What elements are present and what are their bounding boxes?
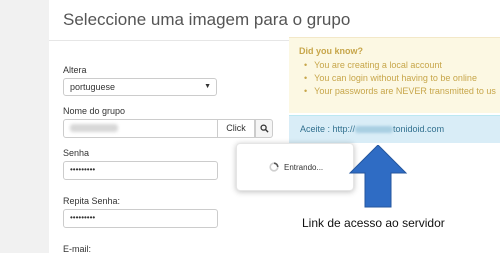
repeat-password-label: Repita Senha: [63, 196, 121, 206]
language-label: Altera [63, 65, 87, 75]
list-item: You can login without having to be onlin… [304, 72, 496, 85]
click-button[interactable]: Click [217, 119, 255, 138]
access-link-domain: tonidoid.com [393, 124, 445, 134]
search-button[interactable] [255, 119, 273, 138]
search-icon [260, 124, 269, 133]
spinner-icon [269, 162, 279, 172]
did-you-know-list: You are creating a local account You can… [304, 59, 496, 98]
did-you-know-title: Did you know? [299, 46, 363, 56]
group-name-input[interactable] [63, 119, 218, 138]
arrow-up-icon [348, 145, 408, 208]
loading-text: Entrando... [284, 163, 324, 172]
language-select[interactable]: portuguese ▼ [63, 78, 217, 96]
list-item: Your passwords are NEVER transmitted to … [304, 85, 496, 98]
password-input[interactable]: ••••••••• [63, 161, 218, 180]
access-link-prefix: Aceite : http:// [300, 124, 356, 134]
language-select-value: portuguese [70, 82, 116, 92]
did-you-know-box: Did you know? You are creating a local a… [289, 37, 500, 113]
redacted-subdomain [355, 126, 394, 134]
loading-dialog: Entrando... [236, 143, 354, 191]
page-title: Seleccione uma imagem para o grupo [63, 10, 351, 29]
chevron-down-icon: ▼ [204, 83, 211, 90]
group-name-label: Nome do grupo [63, 106, 126, 116]
annotation-caption: Link de acesso ao servidor [302, 216, 445, 230]
access-link[interactable]: Aceite : http:// tonidoid.com [300, 124, 444, 134]
left-sidebar-strip [0, 0, 49, 253]
repeat-password-input[interactable]: ••••••••• [63, 209, 218, 228]
redacted-group-name [70, 124, 118, 132]
access-link-box: Aceite : http:// tonidoid.com [289, 115, 500, 143]
password-label: Senha [63, 148, 90, 158]
list-item: You are creating a local account [304, 59, 496, 72]
